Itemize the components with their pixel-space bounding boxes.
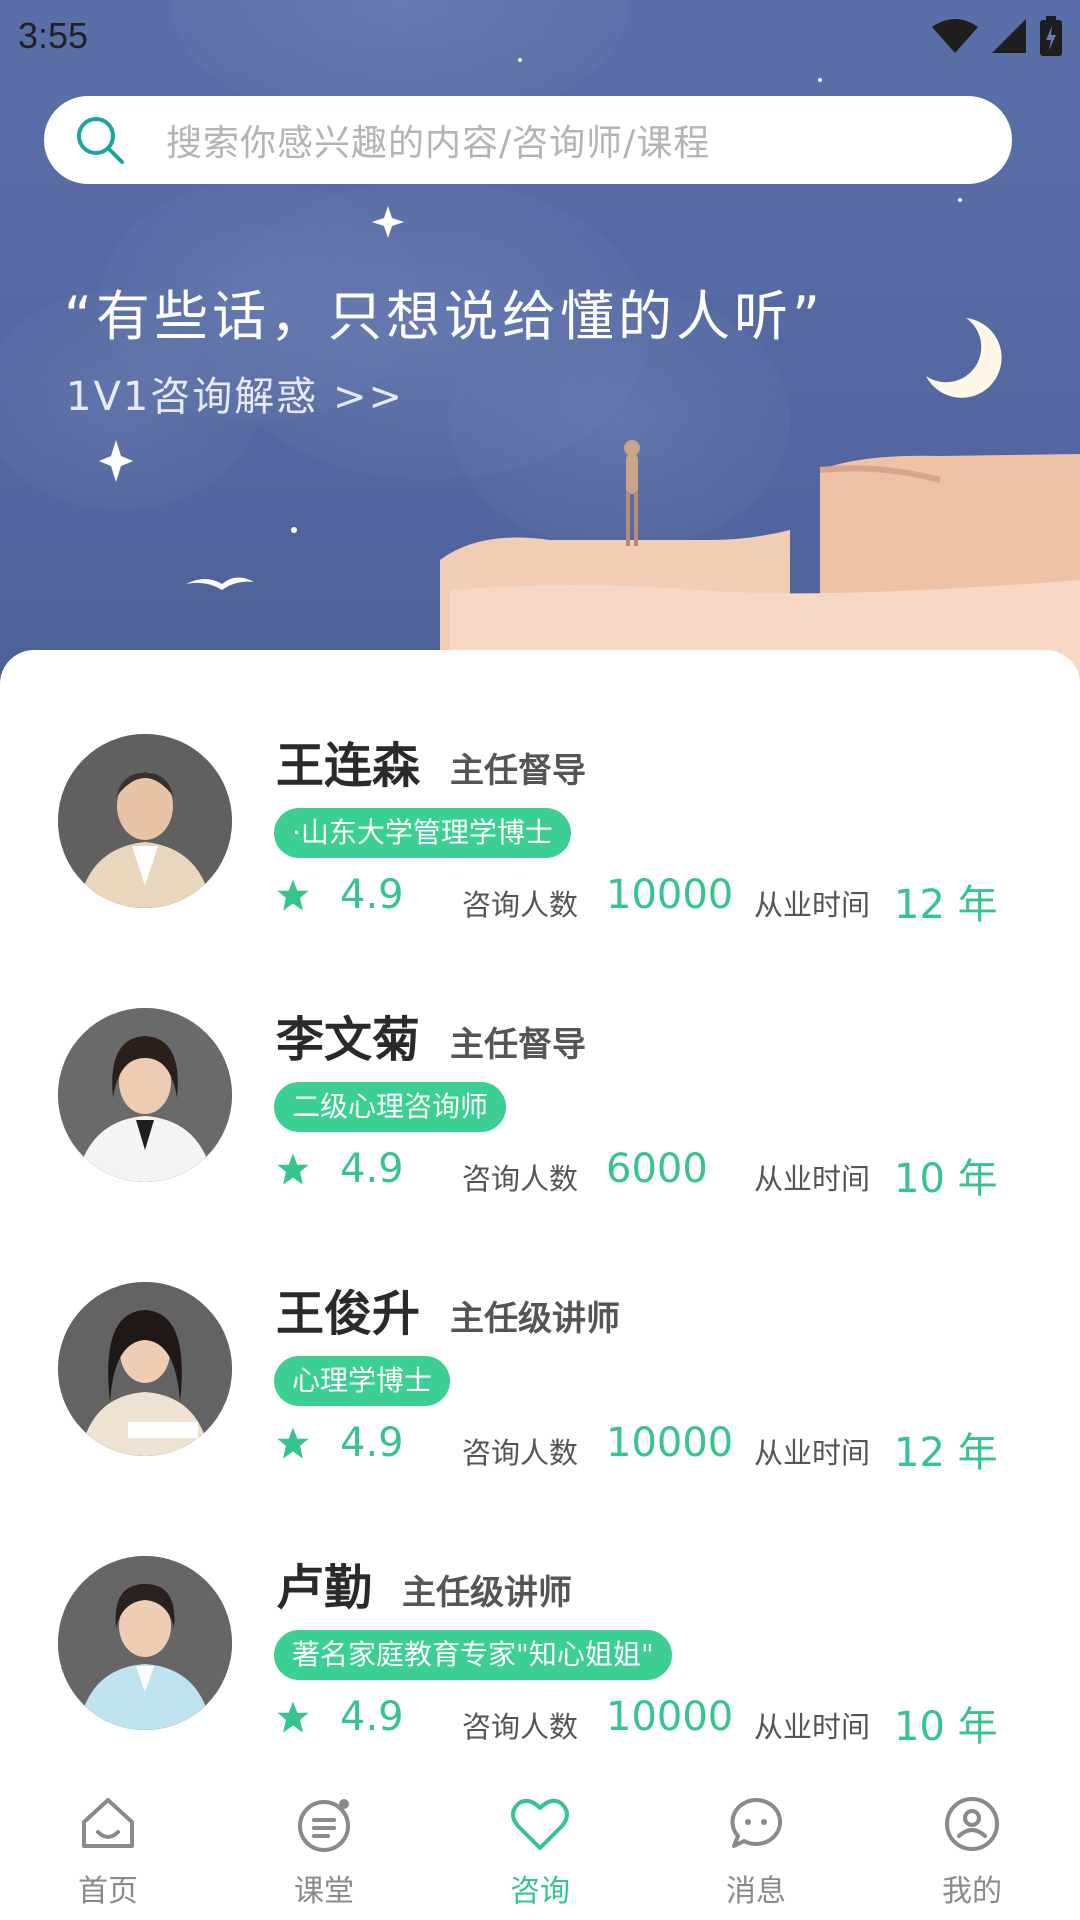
home-icon <box>82 1798 134 1848</box>
consult-count-label: 咨询人数 <box>462 1162 579 1196</box>
counselor-photo <box>58 1008 232 1182</box>
experience-label: 从业时间 <box>754 1710 871 1744</box>
counselor-item[interactable]: 王连森 主任督导 ·山东大学管理学博士 4.9 咨询人数 10000 从业时间 … <box>0 650 1080 928</box>
nav-label: 首页 <box>78 1874 138 1909</box>
rating-value: 4.9 <box>340 1694 404 1740</box>
counselor-photo <box>58 1556 232 1730</box>
classroom-icon <box>298 1799 350 1852</box>
avatar <box>58 1556 232 1730</box>
nav-label: 消息 <box>726 1874 786 1909</box>
counselor-name: 卢勤 <box>276 1560 373 1616</box>
counselor-item[interactable]: 王俊升 主任级讲师 心理学博士 4.9 咨询人数 10000 从业时间 12 年 <box>0 1198 1080 1476</box>
name-row: 李文菊 主任督导 <box>276 1000 586 1070</box>
experience-value: 10 年 <box>894 1156 998 1202</box>
nav-consult[interactable]: 咨询 <box>432 1770 648 1920</box>
avatar <box>58 1008 232 1182</box>
banner-subtitle-link[interactable]: 1V1咨询解惑 >> <box>66 364 404 422</box>
star-icon <box>277 1427 309 1459</box>
counselor-title: 主任级讲师 <box>450 1299 621 1339</box>
stats-row: 4.9 咨询人数 6000 从业时间 10 年 <box>276 1146 1036 1202</box>
counselor-list: 王连森 主任督导 ·山东大学管理学博士 4.9 咨询人数 10000 从业时间 … <box>0 650 1080 1750</box>
rating-value: 4.9 <box>340 1420 404 1466</box>
nav-home[interactable]: 首页 <box>0 1770 216 1920</box>
nav-label: 我的 <box>942 1874 1002 1909</box>
qualification-badge: 心理学博士 <box>274 1356 451 1406</box>
experience-value: 10 年 <box>894 1704 998 1750</box>
name-row: 王连森 主任督导 <box>276 726 586 796</box>
experience-label: 从业时间 <box>754 1162 871 1196</box>
bottom-nav: 首页 课堂 咨询 消息 我的 <box>0 1770 1080 1920</box>
avatar <box>58 1282 232 1456</box>
star-icon <box>277 879 309 911</box>
counselor-photo <box>58 734 232 908</box>
nav-label: 课堂 <box>294 1874 354 1909</box>
wifi-icon <box>932 19 978 53</box>
counselor-item[interactable]: 李文菊 主任督导 二级心理咨询师 4.9 咨询人数 6000 从业时间 10 年 <box>0 924 1080 1202</box>
status-time: 3:55 <box>18 15 89 56</box>
search-input[interactable]: 搜索你感兴趣的内容/咨询师/课程 <box>44 96 1012 184</box>
counselor-title: 主任督导 <box>450 751 587 791</box>
battery-icon <box>1040 16 1062 56</box>
stats-row: 4.9 咨询人数 10000 从业时间 12 年 <box>276 1420 1036 1476</box>
qualification-badge: 著名家庭教育专家"知心姐姐" <box>274 1630 672 1680</box>
name-row: 卢勤 主任级讲师 <box>276 1548 572 1618</box>
consult-count-value: 6000 <box>606 1146 708 1192</box>
nav-profile[interactable]: 我的 <box>864 1770 1080 1920</box>
stats-row: 4.9 咨询人数 10000 从业时间 12 年 <box>276 872 1036 928</box>
rating-value: 4.9 <box>340 872 404 918</box>
message-icon <box>730 1797 783 1848</box>
counselor-photo <box>58 1282 232 1456</box>
qualification-badge: 二级心理咨询师 <box>274 1082 507 1132</box>
experience-value: 12 年 <box>894 1430 998 1476</box>
search-placeholder: 搜索你感兴趣的内容/咨询师/课程 <box>166 123 711 164</box>
consult-count-label: 咨询人数 <box>462 888 579 922</box>
counselor-name: 李文菊 <box>276 1012 421 1068</box>
experience-value: 12 年 <box>894 882 998 928</box>
consult-count-label: 咨询人数 <box>462 1710 579 1744</box>
consult-count-value: 10000 <box>606 872 734 918</box>
profile-icon <box>945 1797 999 1851</box>
counselor-title: 主任级讲师 <box>402 1573 573 1613</box>
consult-count-value: 10000 <box>606 1694 734 1740</box>
heart-icon <box>511 1798 569 1850</box>
nav-classroom[interactable]: 课堂 <box>216 1770 432 1920</box>
counselor-title: 主任督导 <box>450 1025 587 1065</box>
hero-banner[interactable]: 3:55 搜索你感兴趣的内容/咨询师/课程 “有些话，只想说给懂的人听” 1V1… <box>0 0 1080 700</box>
consult-count-value: 10000 <box>606 1420 734 1466</box>
star-icon <box>277 1701 309 1733</box>
experience-label: 从业时间 <box>754 888 871 922</box>
experience-label: 从业时间 <box>754 1436 871 1470</box>
star-icon <box>277 1153 309 1185</box>
nav-messages[interactable]: 消息 <box>648 1770 864 1920</box>
consult-count-label: 咨询人数 <box>462 1436 579 1470</box>
search-icon <box>77 117 124 164</box>
stats-row: 4.9 咨询人数 10000 从业时间 10 年 <box>276 1694 1036 1750</box>
counselor-name: 王俊升 <box>276 1286 421 1342</box>
avatar <box>58 734 232 908</box>
counselor-item[interactable]: 卢勤 主任级讲师 著名家庭教育专家"知心姐姐" 4.9 咨询人数 10000 从… <box>0 1472 1080 1750</box>
status-icons <box>932 16 1062 56</box>
counselor-name: 王连森 <box>276 738 421 794</box>
banner-quote: “有些话，只想说给懂的人听” <box>64 285 824 348</box>
signal-icon <box>992 19 1026 53</box>
name-row: 王俊升 主任级讲师 <box>276 1274 620 1344</box>
qualification-badge: ·山东大学管理学博士 <box>274 808 571 858</box>
nav-label: 咨询 <box>510 1874 570 1909</box>
rating-value: 4.9 <box>340 1146 404 1192</box>
status-bar: 3:55 <box>0 0 1080 72</box>
